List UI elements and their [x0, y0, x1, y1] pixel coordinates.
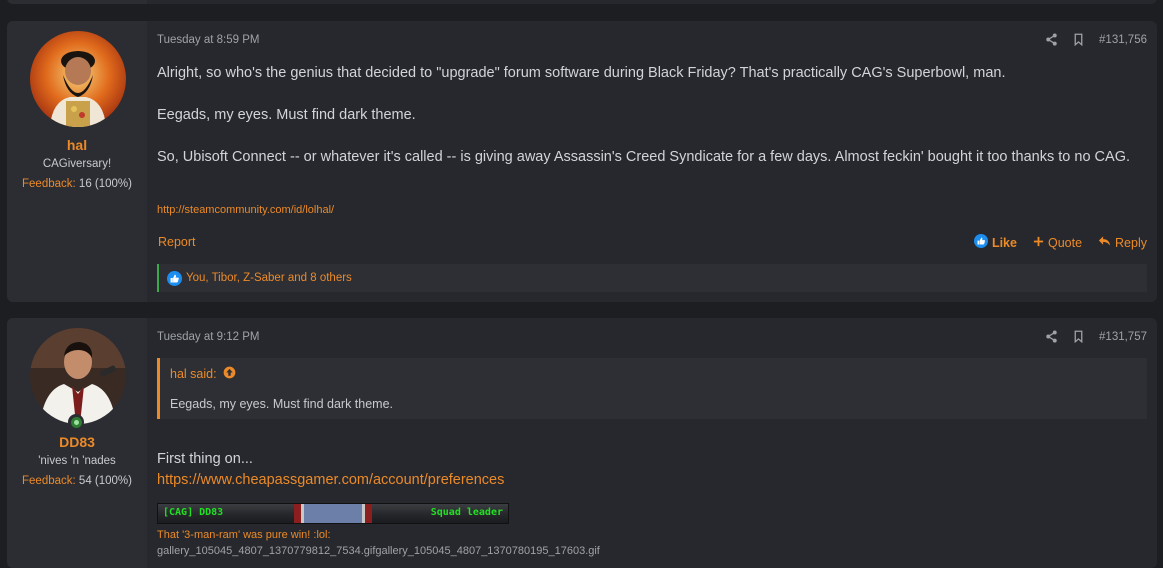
signature-text: That '3-man-ram' was pure win! :lol: [157, 529, 331, 541]
share-icon[interactable] [1045, 330, 1059, 344]
signature-link[interactable]: http://steamcommunity.com/id/lolhal/ [157, 204, 334, 216]
reactions-bar[interactable]: You, Tibor, Z-Saber and 8 others [157, 264, 1147, 292]
post-action-row: Like Quote Reply [973, 234, 1147, 251]
post-paragraph: Eegads, my eyes. Must find dark theme. [157, 107, 416, 123]
bookmark-icon[interactable] [1072, 330, 1086, 344]
feedback-label[interactable]: Feedback: [22, 178, 76, 190]
thumbs-up-icon [973, 234, 988, 251]
reply-button[interactable]: Reply [1098, 235, 1147, 250]
up-arrow-circle-icon[interactable] [223, 366, 236, 382]
signature-banner: [CAG] DD83 Squad leader [157, 503, 509, 524]
avatar[interactable] [30, 31, 126, 127]
user-title: CAGiversary! [42, 158, 112, 170]
avatar[interactable] [30, 328, 126, 424]
post-body: First thing on... https://www.cheapassga… [157, 449, 1137, 491]
post-number[interactable]: #131,756 [1099, 34, 1147, 46]
post-timestamp[interactable]: Tuesday at 8:59 PM [157, 34, 260, 46]
feedback-value: 54 (100%) [78, 475, 132, 487]
feedback-row: Feedback: 54 (100%) [7, 475, 147, 487]
share-icon[interactable] [1045, 33, 1059, 47]
banner-right-text: Squad leader [430, 507, 503, 518]
preferences-link[interactable]: https://www.cheapassgamer.com/account/pr… [157, 470, 1137, 491]
quote-body: Eegads, my eyes. Must find dark theme. [170, 397, 394, 411]
like-button[interactable]: Like [973, 234, 1017, 251]
signature-gif-names: gallery_105045_4807_1370779812_7534.gifg… [157, 545, 600, 557]
feedback-value: 16 (100%) [78, 178, 132, 190]
username[interactable]: hal [7, 137, 147, 153]
post-content: Tuesday at 8:59 PM #131,756 Alright, so … [157, 21, 1147, 302]
user-title: 'nives 'n 'nades [38, 455, 116, 467]
post-body: Alright, so who's the genius that decide… [157, 63, 1137, 168]
post-paragraph: So, Ubisoft Connect -- or whatever it's … [157, 149, 1131, 165]
reply-arrow-icon [1098, 235, 1111, 250]
post-timestamp[interactable]: Tuesday at 9:12 PM [157, 331, 260, 343]
post-131757: DD83 'nives 'n 'nades Feedback: 54 (100%… [7, 318, 1157, 568]
user-column: hal CAGiversary! Feedback: 16 (100%) [7, 21, 147, 302]
quote-button[interactable]: Quote [1033, 236, 1082, 250]
reply-label: Reply [1115, 235, 1147, 250]
post-paragraph: First thing on... [157, 451, 253, 467]
quote-block: hal said: Eegads, my eyes. Must find dar… [157, 358, 1147, 419]
user-column: DD83 'nives 'n 'nades Feedback: 54 (100%… [7, 318, 147, 568]
banner-emblem [294, 504, 372, 523]
post-paragraph: Alright, so who's the genius that decide… [157, 65, 1006, 81]
like-label: Like [991, 235, 1017, 250]
reactions-list[interactable]: You, Tibor, Z-Saber and 8 others [186, 272, 352, 284]
like-reaction-icon [167, 270, 182, 286]
online-status-icon [68, 414, 84, 430]
post-header-actions: #131,756 [1045, 33, 1147, 47]
plus-icon [1033, 236, 1044, 250]
quote-header[interactable]: hal said: [170, 366, 236, 382]
banner-left-text: [CAG] DD83 [163, 507, 224, 518]
post-131756: hal CAGiversary! Feedback: 16 (100%) Tue… [7, 21, 1157, 302]
feedback-row: Feedback: 16 (100%) [7, 178, 147, 190]
post-number[interactable]: #131,757 [1099, 331, 1147, 343]
username[interactable]: DD83 [7, 434, 147, 450]
quote-author[interactable]: hal said: [170, 367, 217, 381]
report-button[interactable]: Report [158, 235, 196, 249]
post-header-actions: #131,757 [1045, 330, 1147, 344]
bookmark-icon[interactable] [1072, 33, 1086, 47]
quote-label: Quote [1047, 235, 1083, 250]
post-content: Tuesday at 9:12 PM #131,757 hal said: Ee… [157, 318, 1147, 568]
previous-post-user-column [7, 0, 147, 4]
feedback-label[interactable]: Feedback: [22, 475, 76, 487]
previous-post-tail [7, 0, 1157, 4]
